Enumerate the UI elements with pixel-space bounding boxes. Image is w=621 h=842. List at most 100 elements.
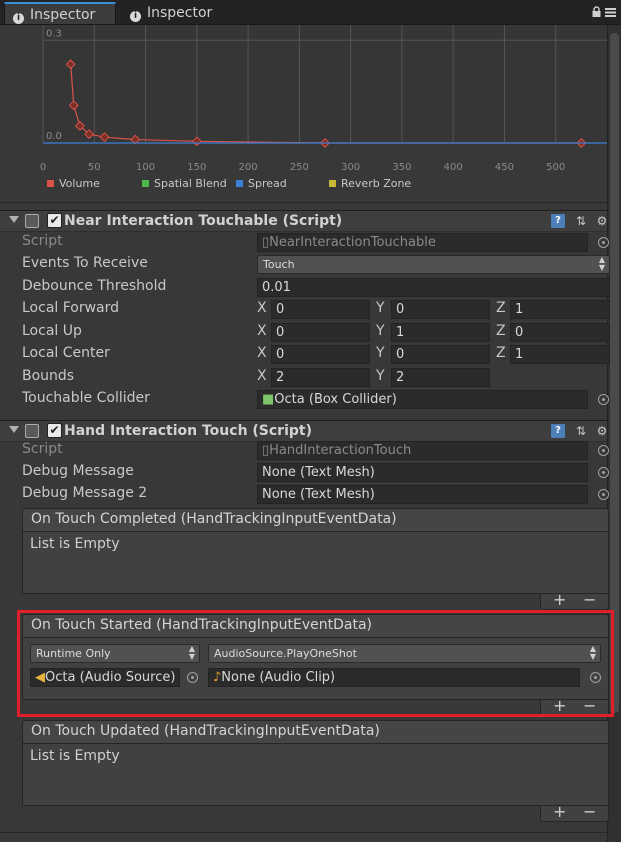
on-touch-updated-header: On Touch Updated (HandTrackingInputEvent… [22,720,609,744]
legend-label: Volume [59,177,100,190]
enabled-checkbox[interactable]: ✔ [47,423,62,438]
on-touch-completed-header: On Touch Completed (HandTrackingInputEve… [22,508,609,532]
dropdown-arrow-icon: ▲ ▼ [598,255,605,272]
object-picker-icon[interactable] [598,445,609,456]
debounce-threshold-input[interactable]: 0.01 [257,278,610,297]
y-tick-label: 0.0 [46,131,62,142]
list-footer: + − [540,590,609,610]
info-icon: i [130,11,141,22]
y-axis-label: Y [376,300,385,316]
remove-button[interactable]: − [583,802,596,821]
x-tick-label: 400 [444,162,463,173]
presets-icon[interactable]: ⇅ [574,214,588,228]
legend-swatch [142,180,149,187]
x-tick-label: 0 [40,162,46,173]
x-tick-label: 200 [239,162,258,173]
x-axis-label: X [257,323,267,339]
y-tick-label: 0.3 [46,28,62,39]
script-label: Script [22,233,63,249]
tab-label: Inspector [147,5,213,21]
gear-icon[interactable]: ⚙ [595,214,609,228]
local-center-z-input[interactable]: 1 [510,345,610,364]
help-book-icon[interactable]: ? [551,214,565,228]
component-title: Near Interaction Touchable (Script) [64,213,343,229]
plot-area [43,25,607,145]
touchable-collider-field[interactable]: ■Octa (Box Collider) [257,390,588,409]
tab-inspector-second[interactable]: i Inspector [122,2,232,24]
tab-inspector-active[interactable]: i Inspector [4,2,116,24]
inspector-scrollbar[interactable] [607,25,621,842]
rolloff-curve-chart[interactable]: 0 50 100 150 200 250 300 350 400 450 500 0.3 0.0 [0,25,607,173]
script-field[interactable]: ▯NearInteractionTouchable [257,233,588,252]
y-axis-label: Y [376,323,385,339]
divider [0,202,607,203]
x-tick-label: 300 [341,162,360,173]
legend-label: Spatial Blend [154,177,227,190]
legend-reverb-zone: Reverb Zone [329,177,411,190]
menu-icon[interactable] [605,8,616,17]
x-tick-label: 450 [495,162,514,173]
presets-icon[interactable]: ⇅ [574,424,588,438]
lock-icon[interactable] [591,6,602,18]
local-forward-z-input[interactable]: 1 [510,300,610,319]
debug-message-field[interactable]: None (Text Mesh) [257,463,588,482]
local-up-z-input[interactable]: 0 [510,323,610,342]
legend-label: Reverb Zone [341,177,412,190]
legend-spatial-blend: Spatial Blend [142,177,227,190]
local-forward-x-input[interactable]: 0 [271,300,370,319]
bounds-y-input[interactable]: 2 [391,368,490,387]
local-center-label: Local Center [22,345,110,361]
local-forward-label: Local Forward [22,300,120,316]
x-tick-label: 150 [187,162,206,173]
add-button[interactable]: + [553,802,566,821]
legend-spread: Spread [236,177,287,190]
inspector-tab-bar: i Inspector i Inspector [0,0,621,25]
gear-icon[interactable]: ⚙ [595,424,609,438]
add-button[interactable]: + [553,590,566,609]
script-icon [25,214,39,228]
help-book-icon[interactable]: ? [551,424,565,438]
legend-swatch [329,180,336,187]
script-label: Script [22,441,63,457]
list-empty-text: List is Empty [30,748,120,764]
object-picker-icon[interactable] [598,237,609,248]
debug-message-2-label: Debug Message 2 [22,485,148,501]
x-tick-label: 500 [546,162,565,173]
component-title: Hand Interaction Touch (Script) [64,423,313,439]
on-touch-completed-list: List is Empty [22,532,609,594]
object-picker-icon[interactable] [598,394,609,405]
y-axis-label: Y [376,345,385,361]
object-picker-icon[interactable] [598,467,609,478]
local-up-x-input[interactable]: 0 [271,323,370,342]
list-footer: + − [540,802,609,822]
foldout-arrow-icon[interactable] [9,216,19,223]
z-axis-label: Z [496,300,506,316]
enabled-checkbox[interactable]: ✔ [47,213,62,228]
local-center-x-input[interactable]: 0 [271,345,370,364]
script-icon [25,424,39,438]
audio-curve-panel[interactable]: 0 50 100 150 200 250 300 350 400 450 500 0.3 0.0 Vol… [0,25,607,197]
box-collider-icon: ■ [262,392,275,407]
x-tick-label: 50 [88,162,101,173]
tab-label: Inspector [30,7,96,23]
bounds-x-input[interactable]: 2 [271,368,370,387]
x-axis-label: X [257,368,267,384]
local-forward-y-input[interactable]: 0 [391,300,490,319]
near-touchable-header[interactable]: ✔ Near Interaction Touchable (Script) ? … [0,210,607,232]
y-axis-label: Y [376,368,385,384]
local-center-y-input[interactable]: 0 [391,345,490,364]
legend-volume: Volume [47,177,100,190]
remove-button[interactable]: − [583,590,596,609]
hand-touch-header[interactable]: ✔ Hand Interaction Touch (Script) ? ⇅ ⚙ [0,420,607,442]
local-up-label: Local Up [22,323,82,339]
on-touch-updated-list: List is Empty [22,744,609,806]
events-to-receive-dropdown[interactable]: Touch ▲ ▼ [257,255,610,274]
script-field[interactable]: ▯HandInteractionTouch [257,441,588,460]
foldout-arrow-icon[interactable] [9,426,19,433]
debug-message-2-field[interactable]: None (Text Mesh) [257,485,588,504]
x-axis-label: X [257,300,267,316]
debounce-threshold-label: Debounce Threshold [22,278,167,294]
local-up-y-input[interactable]: 1 [391,323,490,342]
object-picker-icon[interactable] [598,489,609,500]
z-axis-label: Z [496,345,506,361]
